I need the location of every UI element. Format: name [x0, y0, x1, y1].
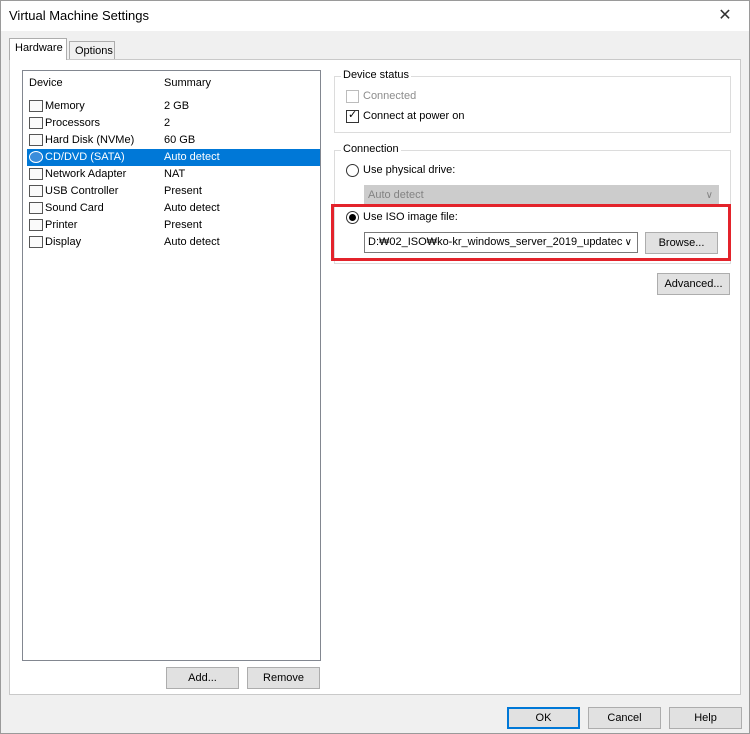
tab-hardware[interactable]: Hardware [9, 38, 67, 60]
connect-at-power-on-checkbox[interactable]: ✓ [346, 109, 359, 123]
device-summary: Present [164, 185, 202, 197]
device-name: Display [45, 236, 82, 248]
connection-title: Connection [341, 143, 401, 155]
device-name: USB Controller [45, 185, 119, 197]
device-row-hard-disk[interactable]: Hard Disk (NVMe) 60 GB [27, 132, 320, 149]
tab-options[interactable]: Options [69, 41, 115, 61]
device-name: Processors [45, 117, 101, 129]
device-status-group: Device status Connected ✓ Connect at pow… [334, 69, 731, 133]
hardware-panel: Device Summary Memory 2 GB Processors 2 … [9, 59, 741, 695]
memory-icon [29, 100, 43, 112]
device-row-processors[interactable]: Processors 2 [27, 115, 320, 132]
connected-label: Connected [363, 90, 417, 102]
device-summary: Auto detect [164, 151, 220, 163]
device-row-cd-dvd[interactable]: CD/DVD (SATA) Auto detect [27, 149, 320, 166]
window-title: Virtual Machine Settings [9, 8, 149, 23]
network-adapter-icon [29, 168, 43, 180]
device-name: Memory [45, 100, 85, 112]
use-physical-drive-radio[interactable] [346, 164, 359, 177]
column-header-device[interactable]: Device [29, 77, 63, 89]
iso-highlight-box [331, 204, 731, 261]
column-header-summary[interactable]: Summary [164, 77, 211, 89]
device-status-title: Device status [341, 69, 412, 81]
device-summary: Auto detect [164, 236, 220, 248]
device-summary: Auto detect [164, 202, 220, 214]
device-row-display[interactable]: Display Auto detect [27, 234, 320, 251]
cancel-button[interactable]: Cancel [588, 707, 661, 729]
device-name: Printer [45, 219, 78, 231]
advanced-button[interactable]: Advanced... [657, 273, 730, 295]
tab-hardware-label: Hardware [15, 42, 63, 54]
printer-icon [29, 219, 43, 231]
device-row-usb-controller[interactable]: USB Controller Present [27, 183, 320, 200]
tab-options-label: Options [75, 45, 113, 57]
hard-disk-icon [29, 134, 43, 146]
device-name: Sound Card [45, 202, 104, 214]
remove-device-button[interactable]: Remove [247, 667, 320, 689]
device-summary: Present [164, 219, 202, 231]
title-bar: Virtual Machine Settings ✕ [1, 1, 749, 31]
help-button[interactable]: Help [669, 707, 742, 729]
device-summary: NAT [164, 168, 186, 180]
usb-icon [29, 185, 43, 197]
device-row-memory[interactable]: Memory 2 GB [27, 98, 320, 115]
device-list-header: Device Summary [23, 71, 320, 93]
physical-drive-value: Auto detect [368, 189, 424, 201]
physical-drive-select[interactable]: Auto detect ∨ [364, 185, 719, 206]
display-icon [29, 236, 43, 248]
device-row-printer[interactable]: Printer Present [27, 217, 320, 234]
device-row-sound-card[interactable]: Sound Card Auto detect [27, 200, 320, 217]
processor-icon [29, 117, 43, 129]
connected-checkbox[interactable] [346, 90, 359, 103]
device-name: Network Adapter [45, 168, 127, 180]
settings-window: Virtual Machine Settings ✕ Hardware Opti… [0, 0, 750, 734]
use-physical-drive-label: Use physical drive: [363, 164, 456, 176]
device-name: CD/DVD (SATA) [45, 151, 125, 163]
checkmark-icon: ✓ [348, 109, 358, 121]
close-button[interactable]: ✕ [705, 3, 745, 29]
device-row-network-adapter[interactable]: Network Adapter NAT [27, 166, 320, 183]
add-device-button[interactable]: Add... [166, 667, 239, 689]
close-icon: ✕ [718, 7, 732, 24]
speaker-icon [29, 202, 43, 214]
device-summary: 2 [164, 117, 171, 129]
connect-at-power-on-label: Connect at power on [363, 110, 465, 122]
ok-button[interactable]: OK [507, 707, 580, 729]
device-name: Hard Disk (NVMe) [45, 134, 135, 146]
device-list[interactable]: Device Summary Memory 2 GB Processors 2 … [22, 70, 321, 661]
cd-dvd-icon [29, 151, 43, 163]
device-summary: 60 GB [164, 134, 196, 146]
device-summary: 2 GB [164, 100, 190, 112]
chevron-down-icon: ∨ [705, 190, 713, 201]
